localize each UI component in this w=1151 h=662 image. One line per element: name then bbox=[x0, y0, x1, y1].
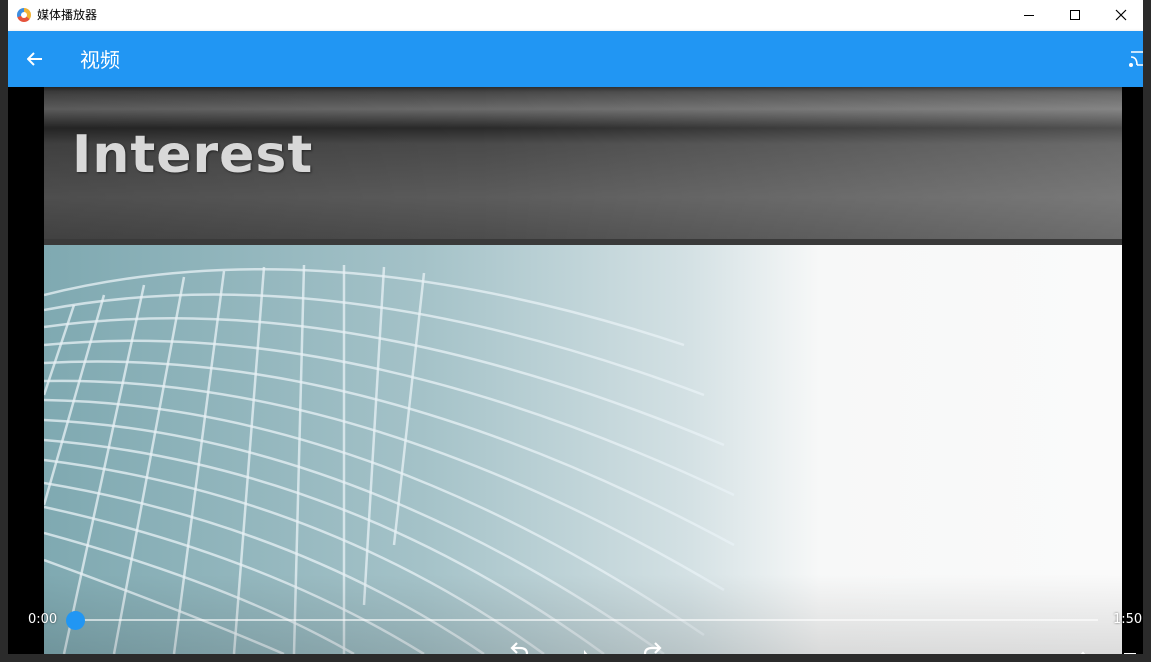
maximize-icon[interactable] bbox=[1052, 0, 1098, 31]
fullscreen-icon bbox=[1124, 653, 1136, 654]
cast-icon bbox=[1129, 51, 1143, 67]
app-bar: 视频 bbox=[8, 31, 1143, 87]
seek-bar-thumb[interactable] bbox=[66, 611, 85, 630]
seek-bar[interactable] bbox=[68, 619, 1098, 621]
total-time: 1:50 bbox=[1113, 612, 1143, 627]
media-player-app-icon bbox=[17, 8, 31, 22]
minimize-icon[interactable] bbox=[1006, 0, 1052, 31]
video-frame[interactable]: Interest bbox=[44, 87, 1122, 654]
speed-icon bbox=[1080, 651, 1086, 654]
forward-icon bbox=[643, 642, 662, 654]
back-button[interactable] bbox=[22, 45, 50, 73]
speed-button[interactable] bbox=[1071, 640, 1095, 654]
play-icon bbox=[584, 650, 588, 654]
current-time: 0:00 bbox=[28, 612, 58, 627]
video-frame-heading: Interest bbox=[72, 125, 314, 185]
play-button[interactable] bbox=[576, 640, 600, 654]
page-title: 视频 bbox=[80, 48, 120, 72]
window-title: 媒体播放器 bbox=[37, 8, 98, 22]
close-icon[interactable] bbox=[1098, 0, 1143, 31]
forward-button[interactable] bbox=[640, 640, 664, 654]
title-bar: 媒体播放器 bbox=[8, 0, 1143, 31]
replay-icon bbox=[510, 642, 529, 654]
fullscreen-button[interactable] bbox=[1118, 640, 1142, 654]
media-player-window: 媒体播放器 视频 Interest 0:00 1:50 bbox=[8, 0, 1143, 654]
arrow-back-icon bbox=[27, 52, 42, 66]
replay-button[interactable] bbox=[508, 640, 532, 654]
cast-button[interactable] bbox=[1126, 48, 1143, 70]
